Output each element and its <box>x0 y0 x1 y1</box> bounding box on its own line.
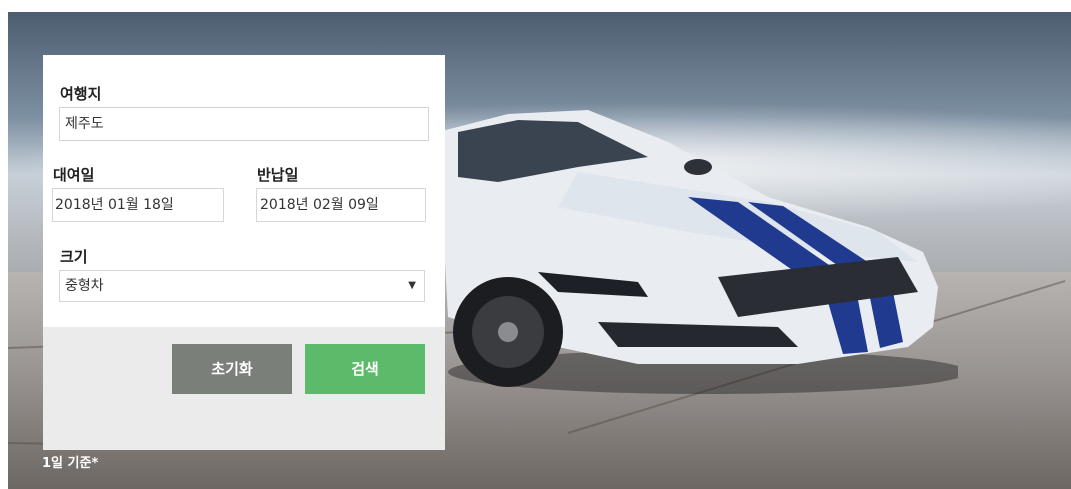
destination-input[interactable]: 제주도 <box>59 107 429 141</box>
car-size-selected-value: 중형차 <box>65 278 104 294</box>
sports-car-image <box>438 110 958 394</box>
rental-date-input[interactable]: 2018년 01월 18일 <box>52 188 224 222</box>
car-size-select[interactable]: 중형차 ▼ <box>59 270 425 302</box>
daily-rate-note: 1일 기준* <box>42 456 99 471</box>
return-date-label: 반납일 <box>257 166 299 184</box>
search-form: 여행지 제주도 대여일 반납일 2018년 01월 18일 2018년 02월 … <box>43 55 445 327</box>
chevron-down-icon: ▼ <box>408 280 416 291</box>
search-button[interactable]: 검색 <box>305 344 425 394</box>
rental-date-label: 대여일 <box>53 166 95 184</box>
car-size-label: 크기 <box>60 248 88 266</box>
reset-button[interactable]: 초기화 <box>172 344 292 394</box>
search-panel: 여행지 제주도 대여일 반납일 2018년 01월 18일 2018년 02월 … <box>43 55 445 450</box>
return-date-input[interactable]: 2018년 02월 09일 <box>256 188 426 222</box>
destination-label: 여행지 <box>60 85 102 103</box>
